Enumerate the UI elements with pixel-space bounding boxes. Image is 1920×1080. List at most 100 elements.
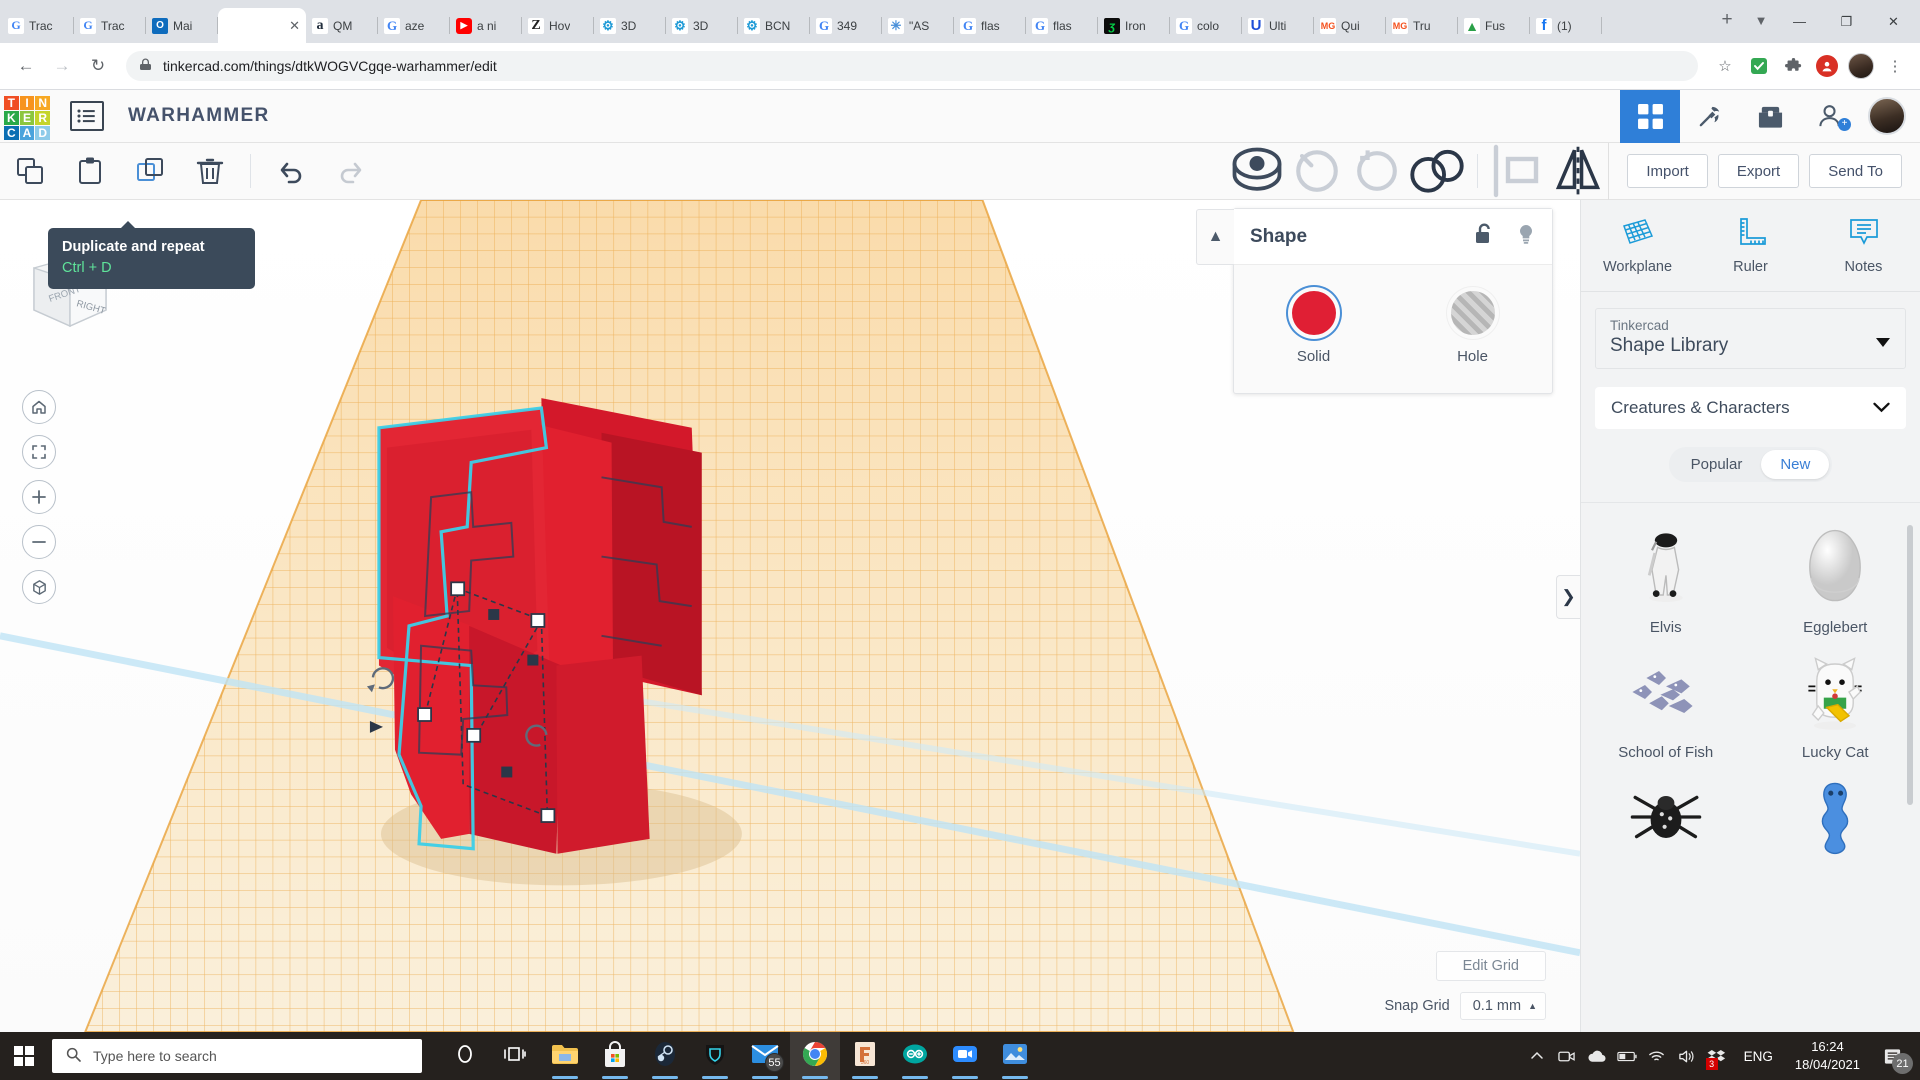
invite-user-icon[interactable]: + — [1800, 90, 1860, 143]
browser-tab[interactable]: ⚙BCN — [738, 8, 810, 43]
shape-library-item[interactable]: School of Fish — [1581, 650, 1751, 761]
lightbulb-icon[interactable] — [1516, 223, 1536, 250]
duplicate-button[interactable] — [120, 143, 180, 200]
dropbox-icon[interactable]: 3 — [1702, 1032, 1732, 1080]
wifi-icon[interactable] — [1642, 1032, 1672, 1080]
shape-library-selector[interactable]: Tinkercad Shape Library — [1595, 308, 1906, 369]
browser-tab[interactable]: aQM — [306, 8, 378, 43]
zoom-in-button[interactable] — [22, 480, 56, 514]
shape-library-item[interactable] — [1751, 775, 1920, 869]
undo-button[interactable] — [261, 143, 321, 200]
home-view-button[interactable] — [22, 390, 56, 424]
paste-button[interactable] — [60, 143, 120, 200]
bookmark-star-icon[interactable]: ☆ — [1710, 51, 1740, 81]
delete-button[interactable] — [180, 143, 240, 200]
browser-tab[interactable]: ✕ — [218, 8, 306, 43]
taskbar-search-box[interactable]: Type here to search — [52, 1039, 422, 1073]
browser-tab[interactable]: Gflas — [954, 8, 1026, 43]
sidebar-scrollbar[interactable] — [1907, 525, 1913, 805]
start-button[interactable] — [0, 1032, 48, 1080]
battery-icon[interactable] — [1612, 1032, 1642, 1080]
mirror-button[interactable] — [1548, 143, 1608, 200]
browser-tab[interactable]: G349 — [810, 8, 882, 43]
solid-option[interactable]: Solid — [1234, 291, 1393, 365]
taskbar-app-cortana[interactable] — [440, 1032, 490, 1080]
window-minimize-button[interactable]: — — [1777, 7, 1822, 37]
browser-tab[interactable]: GTrac — [74, 8, 146, 43]
browser-tab[interactable]: Gflas — [1026, 8, 1098, 43]
show-hidden-icons[interactable] — [1522, 1032, 1552, 1080]
avatar[interactable] — [1868, 97, 1906, 135]
taskbar-app-microsoft-store[interactable] — [590, 1032, 640, 1080]
window-maximize-button[interactable]: ❐ — [1824, 7, 1869, 37]
send-to-button[interactable]: Send To — [1809, 154, 1902, 188]
extensions-puzzle-icon[interactable] — [1778, 51, 1808, 81]
chrome-menu-icon[interactable]: ⋮ — [1880, 51, 1910, 81]
extension-green-icon[interactable] — [1744, 51, 1774, 81]
align-button[interactable] — [1488, 143, 1548, 200]
shape-library-item[interactable]: Lucky Cat — [1751, 650, 1920, 761]
taskbar-app-steam[interactable] — [640, 1032, 690, 1080]
snap-grid-dropdown[interactable]: 0.1 mm ▲ — [1460, 992, 1546, 1020]
browser-tab[interactable]: ZHov — [522, 8, 594, 43]
browser-tab[interactable]: ⚙3D — [666, 8, 738, 43]
browser-tab[interactable]: Gcolo — [1170, 8, 1242, 43]
browser-tab[interactable]: ⚙3D — [594, 8, 666, 43]
language-indicator[interactable]: ENG — [1732, 1049, 1785, 1064]
orthographic-toggle-button[interactable] — [22, 570, 56, 604]
shape-library-item[interactable]: Egglebert — [1751, 525, 1920, 636]
tinkercad-logo[interactable]: TINKERCAD — [4, 96, 50, 136]
new-tab[interactable]: New — [1761, 450, 1829, 479]
tinkercad-gallery-icon[interactable] — [1740, 90, 1800, 143]
shape-library-grid[interactable]: ElvisEgglebertSchool of FishLucky Cat — [1581, 502, 1920, 1032]
export-button[interactable]: Export — [1718, 154, 1799, 188]
browser-tab[interactable]: ʒIron — [1098, 8, 1170, 43]
3d-canvas[interactable]: FRONT RIGHT Duplicate and repeat — [0, 200, 1580, 1032]
notes-tool[interactable]: Notes — [1807, 200, 1920, 291]
browser-tab[interactable]: ✳"AS — [882, 8, 954, 43]
group-icon[interactable] — [1227, 143, 1287, 200]
edit-grid-button[interactable]: Edit Grid — [1436, 951, 1546, 981]
back-button[interactable]: ← — [10, 50, 42, 82]
new-tab-button[interactable]: + — [1713, 6, 1741, 34]
address-bar[interactable]: tinkercad.com/things/dtkWOGVCgqe-warhamm… — [126, 51, 1698, 81]
blocks-grid-icon[interactable] — [1620, 90, 1680, 143]
taskbar-app-fusion360[interactable]: 360 — [840, 1032, 890, 1080]
taskbar-app-predator-sense[interactable] — [690, 1032, 740, 1080]
zoom-out-button[interactable] — [22, 525, 56, 559]
taskbar-app-chrome[interactable] — [790, 1032, 840, 1080]
taskbar-app-zoom[interactable] — [940, 1032, 990, 1080]
browser-tab[interactable]: MGTru — [1386, 8, 1458, 43]
taskbar-app-arduino[interactable] — [890, 1032, 940, 1080]
unlock-icon[interactable] — [1474, 223, 1494, 250]
notification-center-button[interactable]: 21 — [1870, 1032, 1914, 1080]
profile-chip[interactable]: ▼ — [1747, 6, 1775, 34]
taskbar-app-task-view[interactable] — [490, 1032, 540, 1080]
shape-library-item[interactable] — [1581, 775, 1751, 869]
onedrive-icon[interactable] — [1582, 1032, 1612, 1080]
codeblocks-icon[interactable] — [1680, 90, 1740, 143]
taskbar-app-file-explorer[interactable] — [540, 1032, 590, 1080]
align-shapes-icon[interactable] — [1407, 143, 1467, 200]
reload-button[interactable]: ↻ — [82, 50, 114, 82]
window-close-button[interactable]: ✕ — [1871, 7, 1916, 37]
chrome-avatar[interactable] — [1846, 51, 1876, 81]
workplane-tool[interactable]: Workplane — [1581, 200, 1694, 291]
panel-expander-button[interactable]: ❯ — [1556, 575, 1580, 619]
close-icon[interactable]: ✕ — [289, 18, 300, 34]
browser-tab[interactable]: f(1) — [1530, 8, 1602, 43]
fit-to-view-button[interactable] — [22, 435, 56, 469]
ruler-tool[interactable]: Ruler — [1694, 200, 1807, 291]
browser-tab[interactable]: GTrac — [2, 8, 74, 43]
popular-tab[interactable]: Popular — [1672, 450, 1762, 479]
taskbar-app-photos[interactable] — [990, 1032, 1040, 1080]
project-list-button[interactable] — [70, 101, 104, 131]
taskbar-app-mail[interactable]: 55 — [740, 1032, 790, 1080]
shape-library-item[interactable]: Elvis — [1581, 525, 1751, 636]
profile-extension-icon[interactable] — [1812, 51, 1842, 81]
browser-tab[interactable]: OMai — [146, 8, 218, 43]
volume-icon[interactable] — [1672, 1032, 1702, 1080]
browser-tab[interactable]: MGQui — [1314, 8, 1386, 43]
browser-tab[interactable]: ▲Fus — [1458, 8, 1530, 43]
browser-tab[interactable]: UUlti — [1242, 8, 1314, 43]
